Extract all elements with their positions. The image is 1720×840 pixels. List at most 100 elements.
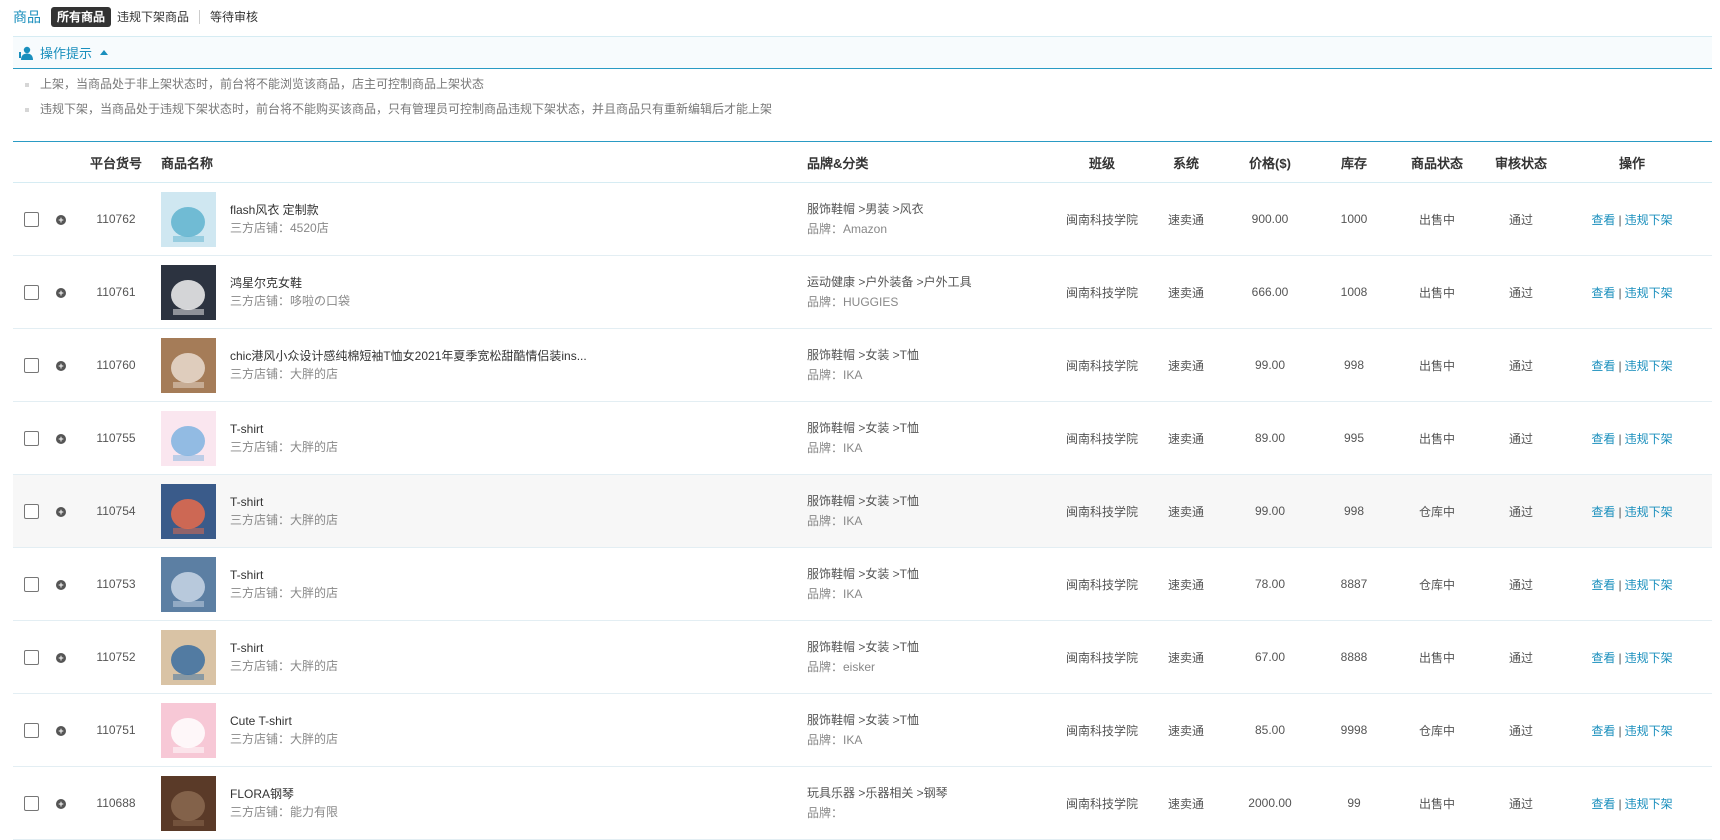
row-checkbox[interactable] bbox=[23, 576, 39, 592]
takedown-link[interactable]: 违规下架 bbox=[1625, 651, 1673, 665]
takedown-link[interactable]: 违规下架 bbox=[1625, 432, 1673, 446]
price: 85.00 bbox=[1254, 723, 1286, 737]
product-status: 出售中 bbox=[1418, 212, 1455, 227]
expand-plus-icon[interactable]: + bbox=[56, 215, 66, 225]
stock: 8887 bbox=[1340, 577, 1368, 591]
view-link[interactable]: 查看 bbox=[1591, 578, 1615, 592]
product-id: 110753 bbox=[96, 577, 136, 591]
row-checkbox[interactable] bbox=[23, 649, 39, 665]
tips-header[interactable]: 操作提示 bbox=[13, 37, 1712, 69]
tab-pending-review[interactable]: 等待审核 bbox=[204, 7, 264, 27]
takedown-link[interactable]: 违规下架 bbox=[1625, 286, 1673, 300]
product-name[interactable]: Cute T-shirt bbox=[230, 712, 338, 730]
ops-cell: 查看 | 违规下架 bbox=[1557, 722, 1707, 739]
view-link[interactable]: 查看 bbox=[1591, 797, 1615, 811]
product-name[interactable]: T-shirt bbox=[230, 639, 338, 657]
row-checkbox[interactable] bbox=[23, 357, 39, 373]
product-thumbnail[interactable] bbox=[161, 191, 216, 247]
view-link[interactable]: 查看 bbox=[1591, 359, 1615, 373]
shop-name: 三方店铺：大胖的店 bbox=[230, 513, 339, 527]
tab-all-products[interactable]: 所有商品 bbox=[51, 7, 112, 27]
product-status: 出售中 bbox=[1418, 431, 1455, 446]
takedown-link[interactable]: 违规下架 bbox=[1625, 505, 1673, 519]
view-link[interactable]: 查看 bbox=[1591, 432, 1615, 446]
tab-violation-takedown[interactable]: 违规下架商品 bbox=[111, 7, 195, 27]
stock: 99 bbox=[1347, 796, 1361, 810]
product-name[interactable]: flash风衣 定制款 bbox=[230, 201, 329, 219]
audit-status: 通过 bbox=[1508, 431, 1533, 446]
system-name: 速卖通 bbox=[1167, 650, 1204, 665]
user-tip-icon bbox=[19, 46, 33, 60]
product-name[interactable]: T-shirt bbox=[230, 493, 338, 511]
takedown-link[interactable]: 违规下架 bbox=[1625, 359, 1673, 373]
product-name-cell: T-shirt 三方店铺：大胖的店 bbox=[159, 410, 807, 466]
class-name: 闽南科技学院 bbox=[1065, 650, 1138, 665]
row-checkbox[interactable] bbox=[23, 722, 39, 738]
expand-plus-icon[interactable]: + bbox=[56, 507, 66, 517]
ops-separator: | bbox=[1618, 504, 1622, 519]
product-thumbnail[interactable] bbox=[161, 629, 216, 685]
tips-title: 操作提示 bbox=[40, 46, 93, 61]
takedown-link[interactable]: 违规下架 bbox=[1625, 797, 1673, 811]
class-name: 闽南科技学院 bbox=[1065, 796, 1138, 811]
view-link[interactable]: 查看 bbox=[1591, 505, 1615, 519]
row-checkbox[interactable] bbox=[23, 211, 39, 227]
ops-separator: | bbox=[1618, 212, 1622, 227]
system-name: 速卖通 bbox=[1167, 577, 1204, 592]
table-row: + 110760 chic港风小众设计感纯棉短袖T恤女2021年夏季宽松甜酷情侣… bbox=[13, 329, 1712, 402]
view-link[interactable]: 查看 bbox=[1591, 651, 1615, 665]
stock: 998 bbox=[1343, 358, 1365, 372]
expand-plus-icon[interactable]: + bbox=[56, 361, 66, 371]
category-path: 服饰鞋帽 >女装 >T恤 bbox=[807, 421, 920, 435]
shop-name: 三方店铺：大胖的店 bbox=[230, 586, 339, 600]
product-status: 出售中 bbox=[1418, 796, 1455, 811]
product-name[interactable]: T-shirt bbox=[230, 420, 338, 438]
ops-separator: | bbox=[1618, 285, 1622, 300]
table-body: + 110762 flash风衣 定制款 三方店铺：4520店 服饰鞋帽 >男装… bbox=[13, 183, 1712, 840]
view-link[interactable]: 查看 bbox=[1591, 286, 1615, 300]
audit-status: 通过 bbox=[1508, 285, 1533, 300]
row-checkbox[interactable] bbox=[23, 795, 39, 811]
product-thumbnail[interactable] bbox=[161, 483, 216, 539]
product-id: 110752 bbox=[96, 650, 136, 664]
brand-category-cell: 服饰鞋帽 >女装 >T恤 品牌：IKA bbox=[807, 491, 1053, 531]
expand-plus-icon[interactable]: + bbox=[56, 434, 66, 444]
product-thumbnail[interactable] bbox=[161, 337, 216, 393]
shop-name: 三方店铺：大胖的店 bbox=[230, 367, 339, 381]
product-thumbnail[interactable] bbox=[161, 556, 216, 612]
view-link[interactable]: 查看 bbox=[1591, 213, 1615, 227]
takedown-link[interactable]: 违规下架 bbox=[1625, 724, 1673, 738]
product-thumbnail[interactable] bbox=[161, 410, 216, 466]
expand-plus-icon[interactable]: + bbox=[56, 726, 66, 736]
ops-separator: | bbox=[1618, 723, 1622, 738]
expand-plus-icon[interactable]: + bbox=[56, 799, 66, 809]
category-path: 服饰鞋帽 >男装 >风衣 bbox=[807, 202, 924, 216]
product-thumbnail[interactable] bbox=[161, 775, 216, 831]
product-name-cell: chic港风小众设计感纯棉短袖T恤女2021年夏季宽松甜酷情侣装ins... 三… bbox=[159, 337, 807, 393]
stock: 1000 bbox=[1340, 212, 1368, 226]
category-path: 服饰鞋帽 >女装 >T恤 bbox=[807, 494, 920, 508]
brand-name: 品牌：IKA bbox=[807, 441, 863, 455]
takedown-link[interactable]: 违规下架 bbox=[1625, 578, 1673, 592]
row-checkbox[interactable] bbox=[23, 430, 39, 446]
product-name[interactable]: chic港风小众设计感纯棉短袖T恤女2021年夏季宽松甜酷情侣装ins... bbox=[230, 347, 587, 365]
brand-name: 品牌： bbox=[807, 806, 844, 820]
product-thumbnail[interactable] bbox=[161, 264, 216, 320]
row-checkbox[interactable] bbox=[23, 503, 39, 519]
takedown-link[interactable]: 违规下架 bbox=[1625, 213, 1673, 227]
expand-plus-icon[interactable]: + bbox=[56, 580, 66, 590]
shop-name: 三方店铺：大胖的店 bbox=[230, 440, 339, 454]
product-name-cell: flash风衣 定制款 三方店铺：4520店 bbox=[159, 191, 807, 247]
view-link[interactable]: 查看 bbox=[1591, 724, 1615, 738]
category-path: 服饰鞋帽 >女装 >T恤 bbox=[807, 713, 920, 727]
expand-plus-icon[interactable]: + bbox=[56, 653, 66, 663]
expand-plus-icon[interactable]: + bbox=[56, 288, 66, 298]
product-name[interactable]: T-shirt bbox=[230, 566, 338, 584]
product-name[interactable]: FLORA钢琴 bbox=[230, 785, 338, 803]
row-checkbox[interactable] bbox=[23, 284, 39, 300]
caret-up-icon[interactable] bbox=[100, 50, 109, 55]
product-name-cell: 鸿星尔克女鞋 三方店铺：哆啦の口袋 bbox=[159, 264, 807, 320]
product-id: 110755 bbox=[96, 431, 136, 445]
product-thumbnail[interactable] bbox=[161, 702, 216, 758]
product-name[interactable]: 鸿星尔克女鞋 bbox=[230, 274, 350, 292]
